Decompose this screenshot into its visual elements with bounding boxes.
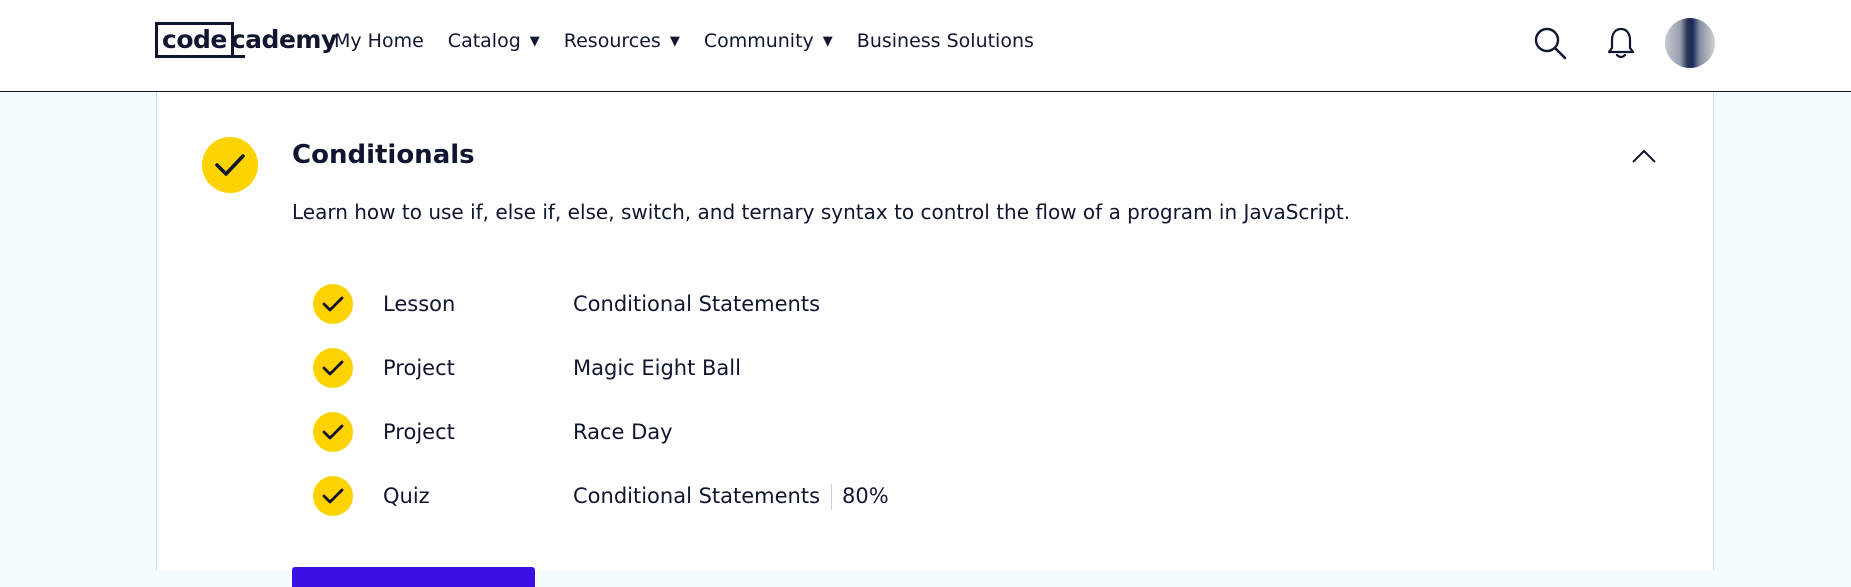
nav-my-home[interactable]: My Home bbox=[334, 30, 424, 52]
bell-icon[interactable] bbox=[1607, 26, 1635, 60]
item-name[interactable]: Magic Eight Ball bbox=[573, 348, 741, 388]
codecademy-logo[interactable]: code cademy bbox=[155, 22, 337, 58]
nav-label: Resources bbox=[563, 30, 661, 52]
check-icon bbox=[313, 284, 353, 324]
item-type: Lesson bbox=[383, 292, 456, 316]
caret-down-icon: ▼ bbox=[529, 33, 540, 49]
item-name[interactable]: Conditional Statements bbox=[573, 284, 820, 324]
score-divider bbox=[831, 484, 833, 510]
logo-boxed-text: code bbox=[155, 22, 231, 58]
check-icon bbox=[313, 412, 353, 452]
item-type: Quiz bbox=[383, 484, 430, 508]
main-nav: My Home Catalog ▼ Resources ▼ Community … bbox=[334, 0, 1058, 82]
nav-business-solutions[interactable]: Business Solutions bbox=[857, 30, 1034, 52]
caret-down-icon: ▼ bbox=[669, 33, 680, 49]
nav-community[interactable]: Community ▼ bbox=[704, 30, 833, 52]
item-name-text: Conditional Statements bbox=[573, 484, 821, 508]
nav-label: Catalog bbox=[447, 30, 521, 52]
item-name[interactable]: Conditional Statements 80% bbox=[573, 476, 889, 516]
nav-label: Business Solutions bbox=[856, 30, 1034, 52]
check-icon bbox=[313, 348, 353, 388]
continue-button[interactable] bbox=[292, 567, 535, 587]
top-navbar: code cademy My Home Catalog ▼ Resources ▼… bbox=[0, 0, 1851, 92]
list-item[interactable]: Lesson Conditional Statements bbox=[313, 284, 1613, 326]
check-icon bbox=[313, 476, 353, 516]
module-complete-check-icon bbox=[202, 137, 258, 193]
nav-catalog[interactable]: Catalog ▼ bbox=[448, 30, 540, 52]
nav-label: Community bbox=[703, 30, 814, 52]
item-name-text: Race Day bbox=[573, 420, 673, 444]
item-name-text: Conditional Statements bbox=[573, 292, 821, 316]
item-name[interactable]: Race Day bbox=[573, 412, 673, 452]
list-item[interactable]: Project Race Day bbox=[313, 412, 1613, 454]
nav-label: My Home bbox=[334, 30, 424, 52]
avatar[interactable] bbox=[1665, 18, 1715, 68]
item-name-text: Magic Eight Ball bbox=[573, 356, 741, 380]
quiz-score: 80% bbox=[842, 484, 889, 508]
logo-rest-text: cademy bbox=[230, 22, 337, 58]
caret-down-icon: ▼ bbox=[822, 33, 833, 49]
item-type: Project bbox=[383, 420, 455, 444]
search-icon[interactable] bbox=[1532, 25, 1568, 61]
list-item[interactable]: Quiz Conditional Statements 80% bbox=[313, 476, 1613, 518]
chevron-up-icon[interactable] bbox=[1630, 146, 1658, 166]
list-item[interactable]: Project Magic Eight Ball bbox=[313, 348, 1613, 390]
nav-resources[interactable]: Resources ▼ bbox=[564, 30, 680, 52]
module-description: Learn how to use if, else if, else, swit… bbox=[292, 200, 1351, 224]
item-type: Project bbox=[383, 356, 455, 380]
module-title: Conditionals bbox=[292, 140, 475, 170]
